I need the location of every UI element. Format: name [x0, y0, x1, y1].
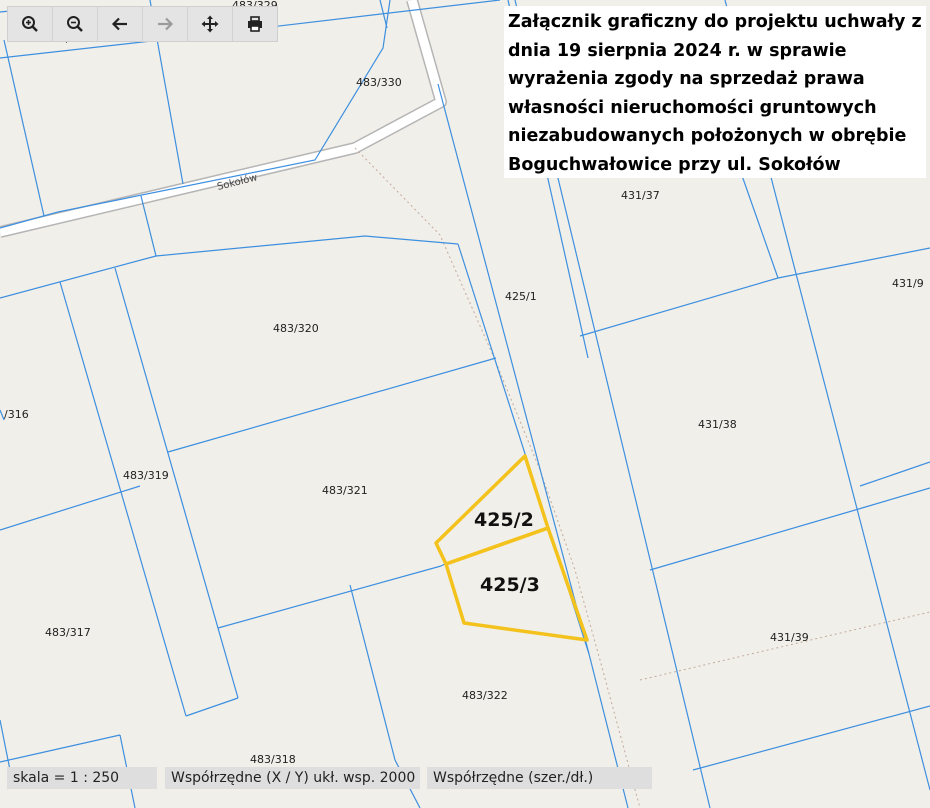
parcel-label-483-330: 483/330: [356, 76, 402, 89]
arrow-left-icon: [111, 17, 127, 31]
map-toolbar: [7, 6, 278, 42]
parcel-label-431-38: 431/38: [698, 418, 737, 431]
move-icon: [201, 15, 219, 33]
pan-button[interactable]: [188, 7, 233, 41]
zoom-in-button[interactable]: [8, 7, 53, 41]
print-icon: [248, 16, 262, 32]
arrow-right-icon: [158, 17, 174, 31]
print-button[interactable]: [233, 7, 277, 41]
parcel-label-483-322: 483/322: [462, 689, 508, 702]
parcel-label-483-318: 483/318: [250, 753, 296, 766]
parcel-label-431-37: 431/37: [621, 189, 660, 202]
parcel-label-483-317: 483/317: [45, 626, 91, 639]
zoom-out-button[interactable]: [53, 7, 98, 41]
back-button[interactable]: [98, 7, 143, 41]
map-caption: Załącznik graficzny do projektu uchwały …: [504, 6, 926, 178]
zoom-out-icon: [67, 16, 83, 32]
zoom-in-icon: [22, 16, 38, 32]
parcel-label-483-321: 483/321: [322, 484, 368, 497]
selected-label-425-2: 425/2: [474, 509, 534, 531]
footpath: [354, 147, 930, 808]
selected-parcels[interactable]: [434, 454, 589, 642]
parcel-label-431-9: 431/9: [892, 277, 924, 290]
parcel-label-431-39: 431/39: [770, 631, 809, 644]
coords-xy-readout: Współrzędne (X / Y) ukł. wsp. 2000: [165, 767, 420, 789]
parcel-label-483-319: 483/319: [123, 469, 169, 482]
coords-geo-readout: Współrzędne (szer./dł.): [427, 767, 652, 789]
parcel-label-483-316: /316: [4, 408, 29, 421]
parcel-label-483-320: 483/320: [273, 322, 319, 335]
selected-label-425-3: 425/3: [480, 574, 540, 596]
scale-readout: skala = 1 : 250: [7, 767, 157, 789]
forward-button[interactable]: [143, 7, 188, 41]
parcel-label-425-1: 425/1: [505, 290, 537, 303]
